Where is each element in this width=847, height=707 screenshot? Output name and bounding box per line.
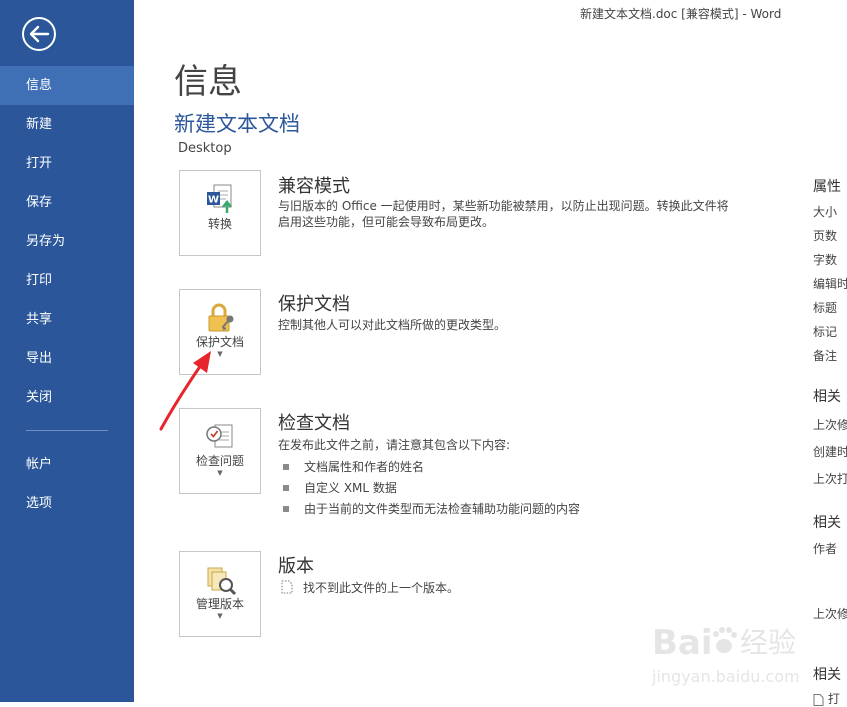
prop-pages: 页数 <box>813 229 838 243</box>
inspect-document-title: 检查文档 <box>278 413 350 434</box>
inspect-item: 由于当前的文件类型而无法检查辅助功能问题的内容 <box>283 500 580 517</box>
paw-icon <box>713 627 737 653</box>
inspect-item: 文档属性和作者的姓名 <box>283 458 424 475</box>
bullet-icon <box>283 505 289 512</box>
watermark-url: jingyan.baidu.com <box>651 667 800 686</box>
date-last-modified: 上次修 <box>813 418 847 432</box>
red-arrow-annotation <box>159 351 211 431</box>
convert-button-label: 转换 <box>207 217 232 231</box>
nav-open[interactable]: 打开 <box>0 144 134 183</box>
watermark-brand: Bai <box>652 623 713 663</box>
compat-mode-desc-1: 与旧版本的 Office 一起使用时，某些新功能被禁用，以防止出现问题。转换此文… <box>278 199 729 213</box>
word-convert-icon: W <box>207 184 232 213</box>
related-dates-header: 相关 <box>813 389 841 405</box>
watermark-product: 经验 <box>740 626 796 659</box>
nav-print[interactable]: 打印 <box>0 261 134 300</box>
dropdown-caret-icon: ▼ <box>217 469 223 477</box>
versions-title: 版本 <box>278 556 314 577</box>
people-last-modified-by: 上次修 <box>813 607 847 621</box>
nav-divider <box>26 430 108 431</box>
date-last-printed: 上次打 <box>813 472 847 486</box>
nav-info[interactable]: 信息 <box>0 66 134 105</box>
nav-save-as[interactable]: 另存为 <box>0 222 134 261</box>
nav-share[interactable]: 共享 <box>0 300 134 339</box>
properties-header: 属性 <box>813 179 841 195</box>
bullet-icon <box>283 484 289 491</box>
nav-save[interactable]: 保存 <box>0 183 134 222</box>
backstage-nav: 信息 新建 打开 保存 另存为 打印 共享 导出 关闭 帐户 选项 <box>0 66 134 523</box>
dropdown-caret-icon: ▼ <box>217 612 223 620</box>
protect-document-title: 保护文档 <box>278 294 350 315</box>
baidu-jingyan-watermark: Bai 经验 jingyan.baidu.com <box>651 623 800 686</box>
bullet-icon <box>283 463 289 470</box>
nav-account[interactable]: 帐户 <box>0 445 134 484</box>
document-icon <box>813 693 824 706</box>
inspect-document-desc: 在发布此文件之前，请注意其包含以下内容: <box>278 438 511 452</box>
prop-words: 字数 <box>813 253 838 267</box>
document-location[interactable]: Desktop <box>178 141 232 156</box>
related-people-header: 相关 <box>813 515 841 531</box>
lock-key-icon <box>208 303 234 332</box>
prop-comments: 备注 <box>813 349 838 363</box>
back-arrow-icon[interactable] <box>21 16 57 52</box>
nav-new[interactable]: 新建 <box>0 105 134 144</box>
page-title: 信息 <box>174 62 242 102</box>
nav-export[interactable]: 导出 <box>0 339 134 378</box>
prop-size: 大小 <box>813 205 838 219</box>
backstage-sidebar: 信息 新建 打开 保存 另存为 打印 共享 导出 关闭 帐户 选项 <box>0 0 134 702</box>
document-name: 新建文本文档 <box>174 112 300 136</box>
check-issues-label: 检查问题 <box>195 454 244 468</box>
manage-versions-label: 管理版本 <box>195 597 244 611</box>
inspect-item: 自定义 XML 数据 <box>283 479 397 496</box>
people-author: 作者 <box>813 542 838 556</box>
convert-button[interactable]: W 转换 <box>179 170 261 256</box>
prop-edit-time: 编辑时 <box>813 277 847 291</box>
versions-desc: 找不到此文件的上一个版本。 <box>303 581 460 595</box>
manage-versions-button[interactable]: 管理版本 ▼ <box>179 551 261 637</box>
svg-text:W: W <box>208 195 219 206</box>
related-open-location[interactable]: 打 <box>813 690 840 707</box>
window-title: 新建文本文档.doc [兼容模式] - Word <box>580 7 782 21</box>
manage-versions-icon <box>207 567 237 596</box>
nav-close[interactable]: 关闭 <box>0 378 134 417</box>
compat-mode-title: 兼容模式 <box>278 176 350 197</box>
nav-options[interactable]: 选项 <box>0 484 134 523</box>
compat-mode-desc-2: 启用这些功能，但可能会导致布局更改。 <box>278 215 495 229</box>
date-created: 创建时 <box>813 445 847 459</box>
related-docs-header: 相关 <box>813 667 841 683</box>
prop-tags: 标记 <box>813 325 838 339</box>
protect-document-desc: 控制其他人可以对此文档所做的更改类型。 <box>278 318 507 332</box>
prop-title: 标题 <box>813 301 838 315</box>
document-dotted-icon <box>281 580 293 594</box>
